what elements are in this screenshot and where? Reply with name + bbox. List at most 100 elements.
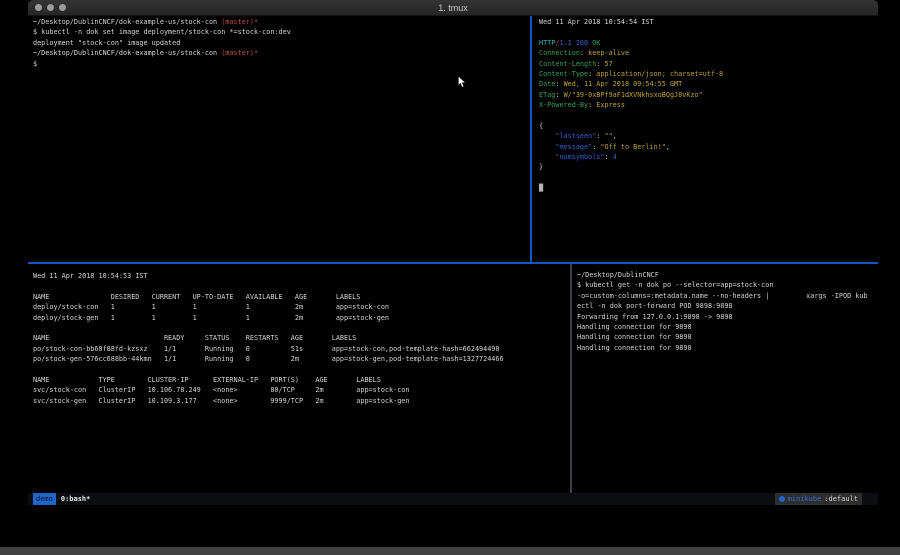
terminal-text-segment: ~/Desktop/DublinCNCF [577, 271, 659, 279]
terminal-line: ~/Desktop/DublinCNCF/dok-example-us/stoc… [33, 48, 530, 58]
terminal-text-segment: Wed, 11 Apr 2018 09:54:55 GMT [564, 80, 683, 88]
terminal-text-segment: X-Powered-By [539, 101, 588, 109]
terminal-text-segment: } [539, 163, 543, 171]
terminal-text-segment: $ [33, 60, 37, 68]
pane-top-left-shell[interactable]: ~/Desktop/DublinCNCF/dok-example-us/stoc… [28, 16, 530, 262]
tmux-window-tab[interactable]: 0:bash* [61, 493, 91, 505]
terminal-line: $ [33, 59, 530, 69]
terminal-line: deploy/stock-con 1 1 1 1 2m app=stock-co… [33, 302, 570, 312]
mouse-pointer-icon [458, 76, 466, 88]
terminal-text-segment: Handling connection for 9898 [577, 323, 692, 331]
terminal-line: po/stock-con-bb68f88fd-kzsxz 1/1 Running… [33, 344, 570, 354]
terminal-text-segment: deploy/stock-con 1 1 1 1 2m app=stock-co… [33, 303, 389, 311]
terminal-text-segment: -o=custom-columns=:metadata.name --no-he… [577, 292, 868, 300]
terminal-line [539, 173, 878, 183]
pane-bottom-left-kubectl-get[interactable]: Wed 11 Apr 2018 10:54:53 IST NAME DESIRE… [28, 264, 570, 493]
terminal-text-segment: NAME READY STATUS RESTARTS AGE LABELS [33, 334, 356, 342]
terminal-line: $ kubectl get -n dok po --selector=app=s… [577, 280, 878, 290]
terminal-line: Content-Type: application/json; charset=… [539, 69, 878, 79]
terminal-text-segment: 4 [613, 153, 617, 161]
terminal-line: svc/stock-con ClusterIP 10.106.78.249 <n… [33, 385, 570, 395]
terminal-line: Wed 11 Apr 2018 10:54:54 IST [539, 17, 878, 27]
terminal-text-segment: ~/Desktop/DublinCNCF/dok-example-us/stoc… [33, 18, 221, 26]
terminal-line [33, 365, 570, 375]
terminal-text-segment: Content-Length [539, 60, 596, 68]
terminal-line: Handling connection for 9898 [577, 322, 878, 332]
tmux-status-bar: demo 0:bash* minikube:default [28, 493, 878, 505]
terminal-line: Connection: keep-alive [539, 48, 878, 58]
terminal-line: X-Powered-By: Express [539, 100, 878, 110]
terminal-line [539, 27, 878, 37]
terminal-text-segment: Forwarding from 127.0.0.1:9898 -> 9898 [577, 313, 733, 321]
terminal-text-segment: application/json; charset=utf-8 [596, 70, 723, 78]
terminal-text-segment: keep-alive [588, 49, 629, 57]
terminal-text-segment: po/stock-con-bb68f88fd-kzsxz 1/1 Running… [33, 345, 500, 353]
pane-top-right-http-response[interactable]: Wed 11 Apr 2018 10:54:54 IST HTTP/1.1 20… [532, 16, 878, 262]
terminal-line: NAME TYPE CLUSTER-IP EXTERNAL-IP PORT(S)… [33, 375, 570, 385]
terminal-text-segment: { [539, 122, 543, 130]
terminal-line: NAME READY STATUS RESTARTS AGE LABELS [33, 333, 570, 343]
terminal-text-segment: deployment "stock-con" image updated [33, 39, 180, 47]
terminal-text-segment: Express [596, 101, 625, 109]
terminal-line: -o=custom-columns=:metadata.name --no-he… [577, 291, 878, 301]
terminal-text-segment: NAME TYPE CLUSTER-IP EXTERNAL-IP PORT(S)… [33, 376, 381, 384]
terminal-line: deploy/stock-gen 1 1 1 1 2m app=stock-ge… [33, 313, 570, 323]
terminal-text-segment: : [604, 153, 612, 161]
terminal-line: $ kubectl -n dok set image deployment/st… [33, 27, 530, 37]
terminal-text-segment: ~/Desktop/DublinCNCF/dok-example-us/stoc… [33, 49, 221, 57]
terminal-text-segment: "numsymbols" [555, 153, 604, 161]
terminal-line: █ [539, 183, 878, 193]
terminal-line: Wed 11 Apr 2018 10:54:53 IST [33, 271, 570, 281]
terminal-text-segment: "message" [555, 143, 592, 151]
terminal-line: deployment "stock-con" image updated [33, 38, 530, 48]
terminal-text-segment: Wed 11 Apr 2018 10:54:53 IST [33, 272, 148, 280]
kube-context-namespace: :default [824, 493, 858, 505]
terminal-line: po/stock-gen-576cc688bb-44kmn 1/1 Runnin… [33, 354, 570, 364]
terminal-line: Handling connection for 9898 [577, 343, 878, 353]
terminal-text-segment [539, 132, 555, 140]
terminal-text-segment: Handling connection for 9898 [577, 333, 692, 341]
pane-bottom-right-port-forward[interactable]: ~/Desktop/DublinCNCF$ kubectl get -n dok… [572, 264, 878, 493]
terminal-text-segment: Handling connection for 9898 [577, 344, 692, 352]
terminal-text-segment: : [555, 91, 563, 99]
terminal-text-segment: "lastseen" [555, 132, 596, 140]
session-name-badge: demo [33, 493, 56, 505]
terminal-text-segment: po/stock-gen-576cc688bb-44kmn 1/1 Runnin… [33, 355, 504, 363]
kube-context-name: minikube [788, 493, 822, 505]
terminal-text-segment: $ kubectl -n dok set image deployment/st… [33, 28, 291, 36]
terminal-line [33, 281, 570, 291]
terminal-line: Content-Length: 57 [539, 59, 878, 69]
window-titlebar[interactable]: 1. tmux [28, 0, 878, 16]
terminal-text-segment: W/"39-0xBPf9aF1dXVNkhsxoBQgJ8vKzo" [564, 91, 703, 99]
terminal-line [33, 323, 570, 333]
terminal-line: ~/Desktop/DublinCNCF [577, 270, 878, 280]
terminal-line: HTTP/1.1 200 OK [539, 38, 878, 48]
terminal-text-segment: HTTP [539, 39, 555, 47]
terminal-text-segment: ETag [539, 91, 555, 99]
terminal-text-segment: Date [539, 80, 555, 88]
terminal-text-segment [539, 153, 555, 161]
terminal-text-segment: svc/stock-gen ClusterIP 10.109.3.177 <no… [33, 397, 409, 405]
terminal-text-segment: ectl -n dok port-forward POD 9898:9898 [577, 302, 733, 310]
terminal-line: NAME DESIRED CURRENT UP-TO-DATE AVAILABL… [33, 292, 570, 302]
terminal-window: 1. tmux ~/Desktop/DublinCNCF/dok-example… [28, 0, 878, 547]
terminal-line: Handling connection for 9898 [577, 332, 878, 342]
terminal-line: Date: Wed, 11 Apr 2018 09:54:55 GMT [539, 79, 878, 89]
terminal-text-segment [539, 143, 555, 151]
terminal-line: } [539, 162, 878, 172]
terminal-line: { [539, 121, 878, 131]
terminal-text-segment: Wed 11 Apr 2018 10:54:54 IST [539, 18, 654, 26]
kubernetes-helm-icon [779, 496, 785, 502]
terminal-text-segment: svc/stock-con ClusterIP 10.106.78.249 <n… [33, 386, 409, 394]
window-title: 1. tmux [28, 0, 878, 16]
terminal-text-segment: "" [604, 132, 612, 140]
screen-bottom-strip [0, 547, 900, 555]
terminal-text-segment: , [613, 132, 617, 140]
terminal-line: "lastseen": "", [539, 131, 878, 141]
terminal-text-segment: : [555, 80, 563, 88]
terminal-line: Forwarding from 127.0.0.1:9898 -> 9898 [577, 312, 878, 322]
kube-context-badge: minikube:default [775, 493, 862, 505]
terminal-text-segment: : [580, 49, 588, 57]
terminal-line: "message": "Off to Berlin!", [539, 142, 878, 152]
terminal-text-segment: 1.1 200 [559, 39, 588, 47]
